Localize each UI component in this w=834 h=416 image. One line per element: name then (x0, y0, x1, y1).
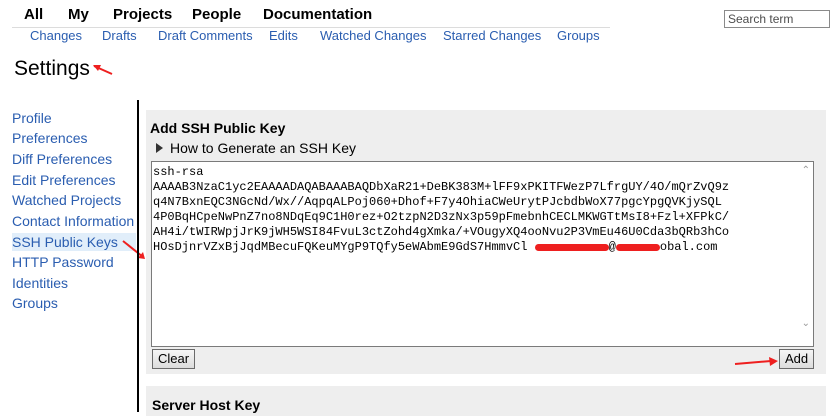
email-tail: obal.com (659, 240, 718, 255)
howto-generate-toggle[interactable]: How to Generate an SSH Key (156, 140, 356, 156)
ssh-key-panel: Add SSH Public Key How to Generate an SS… (146, 110, 826, 374)
sidebar-item-groups[interactable]: Groups (12, 295, 58, 311)
key-line: ssh-rsa (153, 165, 204, 179)
submenu-watched-changes[interactable]: Watched Changes (320, 28, 426, 43)
sidebar-item-ssh-public-keys[interactable]: SSH Public Keys (12, 233, 136, 251)
key-line: AH4i/tWIRWpjJrK9jWH5WSI84FvuL3ctZohd4gXm… (153, 225, 730, 240)
sidebar-item-diff-preferences[interactable]: Diff Preferences (12, 151, 112, 167)
ssh-panel-title: Add SSH Public Key (150, 120, 286, 136)
top-menu-people[interactable]: People (192, 6, 241, 23)
sidebar-item-contact-information[interactable]: Contact Information (12, 213, 134, 229)
email-at: @ (608, 240, 616, 255)
redaction-mark (615, 243, 660, 251)
sidebar-item-watched-projects[interactable]: Watched Projects (12, 192, 121, 208)
sidebar-item-profile[interactable]: Profile (12, 110, 52, 126)
top-menu-my[interactable]: My (68, 6, 89, 23)
top-menu-documentation[interactable]: Documentation (263, 6, 372, 23)
submenu-draft-comments[interactable]: Draft Comments (158, 28, 253, 43)
submenu-starred-changes[interactable]: Starred Changes (443, 28, 541, 43)
submenu-drafts[interactable]: Drafts (102, 28, 137, 43)
key-line: 4P0BqHCpeNwPnZ7no8NDqEq9C1H0rez+O2tzpN2D… (153, 210, 730, 225)
howto-label: How to Generate an SSH Key (170, 140, 356, 156)
ssh-key-textarea[interactable]: ssh-rsa AAAAB3NzaC1yc2EAAAADAQABAAABAQDb… (151, 161, 814, 347)
sidebar-item-preferences[interactable]: Preferences (12, 130, 87, 146)
sidebar-divider (137, 100, 139, 412)
scroll-up-icon[interactable]: ⌃ (802, 164, 810, 179)
submenu-groups[interactable]: Groups (557, 28, 600, 43)
sidebar-item-identities[interactable]: Identities (12, 275, 68, 291)
clear-button[interactable]: Clear (152, 349, 196, 369)
add-button[interactable]: Add (779, 349, 815, 369)
key-line: q4N7BxnEQC3NGcNd/Wx//AqpqALPoj060+Dhof+F… (153, 195, 722, 210)
key-line: AAAAB3NzaC1yc2EAAAADAQABAAABAQDbXaR21+De… (153, 180, 730, 195)
host-key-title: Server Host Key (152, 397, 261, 413)
submenu-changes[interactable]: Changes (30, 28, 82, 43)
expand-triangle-icon (156, 143, 163, 153)
redaction-mark (534, 243, 609, 251)
top-menu-projects[interactable]: Projects (113, 6, 172, 23)
sidebar-item-edit-preferences[interactable]: Edit Preferences (12, 172, 116, 188)
submenu-edits[interactable]: Edits (269, 28, 298, 43)
annotation-arrow-icon (93, 65, 113, 75)
key-line: HOsDjnrVZxBjJqdMBecuFQKeuMYgP9TQfy5eWAbm… (153, 240, 528, 255)
top-menu: All My Projects People Documentation (0, 0, 834, 28)
search-input[interactable] (724, 10, 830, 28)
scroll-down-icon[interactable]: ⌄ (802, 317, 810, 332)
sidebar-item-http-password[interactable]: HTTP Password (12, 254, 114, 270)
top-menu-all[interactable]: All (24, 6, 43, 23)
page-title: Settings (14, 57, 90, 80)
